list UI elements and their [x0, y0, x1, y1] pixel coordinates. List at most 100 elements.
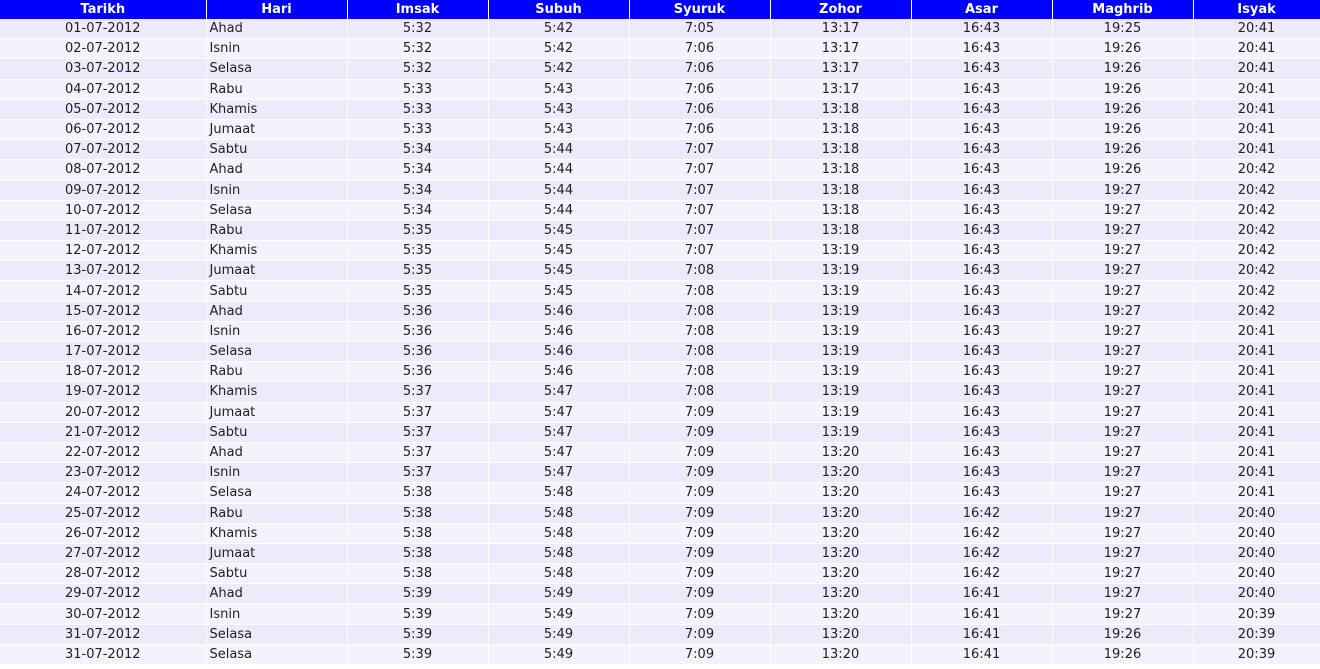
cell-date: 15-07-2012 [0, 301, 207, 322]
cell-imsak: 5:35 [347, 260, 489, 282]
column-header-tarikh: Tarikh [0, 0, 207, 19]
table-row: 23-07-2012 Isnin 5:37 5:47 7:09 13:20 16:43 19:… [0, 462, 1320, 484]
column-header-zohor: Zohor [770, 0, 912, 19]
table-row: 31-07-2012 Selasa 5:39 5:49 7:09 13:20 16:41 19… [0, 624, 1320, 645]
cell-imsak: 5:35 [347, 240, 489, 262]
table-row: 09-07-2012 Isnin 5:34 5:44 7:07 13:18 16:43 19:… [0, 180, 1320, 201]
cell-zohor: 13:17 [770, 79, 912, 100]
cell-asar: 16:43 [911, 381, 1053, 403]
cell-imsak: 5:33 [347, 119, 489, 141]
table-row: 10-07-2012 Selasa 5:34 5:44 7:07 13:18 16:43 19… [0, 200, 1320, 221]
cell-day: Rabu [206, 220, 348, 242]
cell-date: 07-07-2012 [0, 139, 207, 161]
cell-isyak: 20:42 [1193, 240, 1320, 262]
cell-date: 16-07-2012 [0, 321, 207, 343]
cell-asar: 16:43 [911, 79, 1053, 100]
cell-day: Khamis [206, 99, 348, 120]
cell-maghrib: 19:26 [1052, 139, 1194, 161]
cell-asar: 16:43 [911, 260, 1053, 282]
cell-day: Jumaat [206, 119, 348, 141]
cell-syuruk: 7:06 [629, 38, 771, 60]
cell-date: 08-07-2012 [0, 159, 207, 181]
cell-date: 14-07-2012 [0, 280, 207, 302]
cell-maghrib: 19:27 [1052, 503, 1194, 524]
cell-imsak: 5:39 [347, 603, 489, 625]
cell-day: Rabu [206, 361, 348, 383]
cell-day: Selasa [206, 644, 348, 666]
cell-zohor: 13:19 [770, 422, 912, 443]
cell-subuh: 5:47 [488, 462, 630, 484]
cell-asar: 16:43 [911, 200, 1053, 221]
table-row: 03-07-2012 Selasa 5:32 5:42 7:06 13:17 16:43 19… [0, 58, 1320, 80]
cell-day: Jumaat [206, 543, 348, 565]
cell-asar: 16:42 [911, 503, 1053, 524]
table-row: 04-07-2012 Rabu 5:33 5:43 7:06 13:17 16:43 19:2… [0, 79, 1320, 100]
cell-maghrib: 19:27 [1052, 422, 1194, 443]
prayer-times-table: Tarikh Hari Imsak Subuh Syuruk Zohor Asa… [0, 0, 1320, 666]
cell-syuruk: 7:09 [629, 583, 771, 605]
table-row: 30-07-2012 Isnin 5:39 5:49 7:09 13:20 16:41 19:… [0, 603, 1320, 625]
cell-imsak: 5:35 [347, 280, 489, 302]
cell-asar: 16:41 [911, 583, 1053, 605]
cell-isyak: 20:42 [1193, 159, 1320, 181]
cell-isyak: 20:42 [1193, 260, 1320, 282]
cell-asar: 16:43 [911, 38, 1053, 60]
cell-zohor: 13:19 [770, 301, 912, 322]
cell-maghrib: 19:27 [1052, 200, 1194, 221]
cell-subuh: 5:44 [488, 180, 630, 201]
table-row: 05-07-2012 Khamis 5:33 5:43 7:06 13:18 16:43 19… [0, 99, 1320, 120]
cell-maghrib: 19:27 [1052, 280, 1194, 302]
cell-asar: 16:43 [911, 180, 1053, 201]
cell-zohor: 13:20 [770, 624, 912, 645]
cell-zohor: 13:20 [770, 543, 912, 565]
cell-asar: 16:41 [911, 624, 1053, 645]
cell-day: Sabtu [206, 139, 348, 161]
cell-syuruk: 7:07 [629, 220, 771, 242]
cell-syuruk: 7:09 [629, 422, 771, 443]
cell-subuh: 5:45 [488, 260, 630, 282]
cell-maghrib: 19:27 [1052, 361, 1194, 383]
cell-isyak: 20:41 [1193, 341, 1320, 363]
cell-maghrib: 19:27 [1052, 462, 1194, 484]
cell-maghrib: 19:27 [1052, 260, 1194, 282]
cell-imsak: 5:36 [347, 341, 489, 363]
cell-zohor: 13:18 [770, 139, 912, 161]
table-row: 18-07-2012 Rabu 5:36 5:46 7:08 13:19 16:43 19:2… [0, 361, 1320, 383]
cell-asar: 16:42 [911, 543, 1053, 565]
table-row: 24-07-2012 Selasa 5:38 5:48 7:09 13:20 16:43 19… [0, 482, 1320, 504]
cell-isyak: 20:41 [1193, 321, 1320, 343]
cell-subuh: 5:46 [488, 301, 630, 322]
cell-asar: 16:43 [911, 422, 1053, 443]
cell-asar: 16:41 [911, 603, 1053, 625]
cell-subuh: 5:48 [488, 523, 630, 544]
cell-zohor: 13:20 [770, 583, 912, 605]
cell-zohor: 13:18 [770, 220, 912, 242]
cell-imsak: 5:37 [347, 442, 489, 464]
cell-imsak: 5:37 [347, 402, 489, 423]
cell-subuh: 5:44 [488, 139, 630, 161]
cell-maghrib: 19:27 [1052, 240, 1194, 262]
cell-maghrib: 19:27 [1052, 180, 1194, 201]
cell-asar: 16:42 [911, 563, 1053, 585]
cell-asar: 16:43 [911, 361, 1053, 383]
cell-day: Ahad [206, 159, 348, 181]
cell-date: 21-07-2012 [0, 422, 207, 443]
cell-imsak: 5:37 [347, 422, 489, 443]
cell-date: 13-07-2012 [0, 260, 207, 282]
cell-isyak: 20:39 [1193, 603, 1320, 625]
cell-syuruk: 7:07 [629, 139, 771, 161]
cell-imsak: 5:32 [347, 38, 489, 60]
table-row: 28-07-2012 Sabtu 5:38 5:48 7:09 13:20 16:42 19:… [0, 563, 1320, 585]
cell-maghrib: 19:26 [1052, 99, 1194, 120]
cell-isyak: 20:41 [1193, 361, 1320, 383]
cell-asar: 16:43 [911, 139, 1053, 161]
cell-isyak: 20:41 [1193, 442, 1320, 464]
cell-subuh: 5:43 [488, 99, 630, 120]
cell-date: 22-07-2012 [0, 442, 207, 464]
cell-subuh: 5:49 [488, 624, 630, 645]
cell-maghrib: 19:27 [1052, 523, 1194, 544]
cell-syuruk: 7:09 [629, 503, 771, 524]
cell-day: Khamis [206, 240, 348, 262]
cell-subuh: 5:44 [488, 200, 630, 221]
cell-day: Isnin [206, 180, 348, 201]
